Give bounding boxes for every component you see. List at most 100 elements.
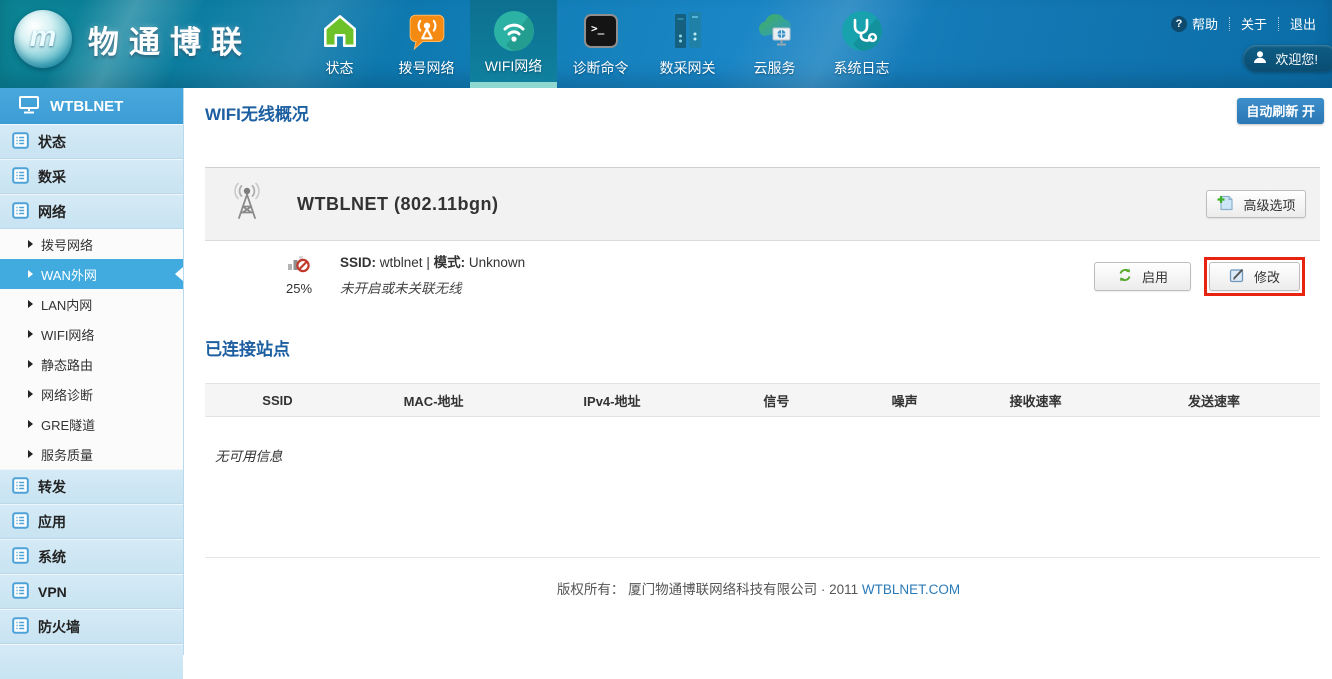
dial-network-icon	[404, 8, 450, 54]
sidebar-item-status[interactable]: 状态	[0, 124, 183, 159]
sidebar-subitem-lan[interactable]: LAN内网	[0, 289, 183, 319]
signal-indicator: 25%	[277, 251, 321, 296]
antenna-icon	[229, 182, 265, 227]
footer-link[interactable]: WTBLNET.COM	[862, 582, 960, 597]
wifi-detail-row: 25% SSID: wtblnet | 模式: Unknown 未开启或未关联无…	[205, 241, 1320, 311]
list-icon	[12, 512, 29, 532]
help-icon: ?	[1171, 16, 1187, 32]
list-icon	[12, 582, 29, 602]
footer-copyright: 版权所有： 厦门物通博联网络科技有限公司 · 2011 WTBLNET.COM	[185, 578, 1332, 598]
sidebar: WTBLNET 状态 数采 网络 拨号网络 WAN外网 LAN内网 WIFI网络…	[0, 88, 184, 655]
sidebar-item-vpn[interactable]: VPN	[0, 574, 183, 609]
nav-item-diagnostic-command[interactable]: >_ 诊断命令	[557, 0, 644, 88]
sidebar-subitem-static-route[interactable]: 静态路由	[0, 349, 183, 379]
monitor-icon	[18, 95, 40, 118]
about-link[interactable]: 关于	[1241, 14, 1267, 33]
nav-item-wifi-network[interactable]: WIFI网络	[470, 0, 557, 88]
sidebar-item-forwarding[interactable]: 转发	[0, 469, 183, 504]
caret-right-icon	[28, 240, 33, 248]
caret-right-icon	[28, 450, 33, 458]
top-header: m 物通博联 状态 拨号网络	[0, 0, 1332, 88]
cloud-service-icon	[752, 8, 798, 54]
divider	[1278, 17, 1279, 31]
auto-refresh-toggle[interactable]: 自动刷新 开	[1237, 98, 1324, 124]
list-icon	[12, 547, 29, 567]
nav-item-system-log[interactable]: 系统日志	[818, 0, 905, 88]
logout-link[interactable]: 退出	[1290, 14, 1316, 33]
sidebar-item-firewall[interactable]: 防火墙	[0, 609, 183, 644]
divider	[1229, 17, 1230, 31]
list-icon	[12, 477, 29, 497]
sidebar-item-system[interactable]: 系统	[0, 539, 183, 574]
wifi-action-buttons: 启用 修改	[1094, 241, 1305, 311]
refresh-icon	[1117, 267, 1133, 286]
sidebar-device-header: WTBLNET	[0, 88, 183, 124]
main-nav: 状态 拨号网络	[296, 0, 905, 88]
caret-right-icon	[28, 420, 33, 428]
footer-divider	[205, 557, 1320, 558]
caret-right-icon	[28, 270, 33, 278]
gateway-server-icon	[665, 8, 711, 54]
nav-item-cloud-service[interactable]: 云服务	[731, 0, 818, 88]
nav-item-status[interactable]: 状态	[296, 0, 383, 88]
col-noise: 噪声	[846, 391, 963, 410]
empty-table-message: 无可用信息	[215, 445, 283, 465]
terminal-icon: >_	[578, 8, 624, 54]
list-icon	[12, 202, 29, 222]
sidebar-item-application[interactable]: 应用	[0, 504, 183, 539]
sidebar-subitem-dial-network[interactable]: 拨号网络	[0, 229, 183, 259]
brand-logo: m 物通博联	[14, 10, 252, 68]
col-tx-rate: 发送速率	[1108, 391, 1320, 410]
col-signal: 信号	[707, 391, 846, 410]
ssid-info: SSID: wtblnet | 模式: Unknown 未开启或未关联无线	[340, 251, 525, 297]
list-icon	[12, 132, 29, 152]
caret-right-icon	[28, 300, 33, 308]
wifi-overview-panel: WTBLNET (802.11bgn) 高级选项	[205, 167, 1320, 241]
system-log-icon	[839, 8, 885, 54]
main-content: WIFI无线概况 自动刷新 开 WTBLNET (802.11bgn) 高级选项	[185, 88, 1332, 655]
stations-table: SSID MAC-地址 IPv4-地址 信号 噪声 接收速率 发送速率	[205, 383, 1320, 417]
stations-table-header: SSID MAC-地址 IPv4-地址 信号 噪声 接收速率 发送速率	[205, 383, 1320, 417]
sidebar-subitem-network-diagnosis[interactable]: 网络诊断	[0, 379, 183, 409]
home-icon	[317, 8, 363, 54]
ssid-line: SSID: wtblnet | 模式: Unknown	[340, 251, 525, 271]
sidebar-item-data-collect[interactable]: 数采	[0, 159, 183, 194]
nav-item-dial-network[interactable]: 拨号网络	[383, 0, 470, 88]
connected-stations-title: 已连接站点	[205, 335, 290, 360]
page-add-icon	[1216, 194, 1234, 215]
sidebar-subitem-wan[interactable]: WAN外网	[0, 259, 183, 289]
sidebar-subitem-qos[interactable]: 服务质量	[0, 439, 183, 469]
col-ssid: SSID	[205, 393, 350, 408]
col-mac: MAC-地址	[350, 391, 517, 410]
col-rx-rate: 接收速率	[963, 391, 1108, 410]
sidebar-subitem-gre-tunnel[interactable]: GRE隧道	[0, 409, 183, 439]
caret-right-icon	[28, 390, 33, 398]
nav-item-data-gateway[interactable]: 数采网关	[644, 0, 731, 88]
page-title: WIFI无线概况	[205, 100, 309, 125]
list-icon	[12, 167, 29, 187]
auto-refresh-state: 开	[1302, 104, 1315, 119]
user-icon	[1253, 50, 1267, 67]
modify-button[interactable]: 修改	[1209, 262, 1300, 291]
wifi-icon	[491, 8, 537, 54]
logo-text: 物通博联	[88, 17, 252, 62]
wifi-network-title: WTBLNET (802.11bgn)	[297, 194, 499, 215]
advanced-options-button[interactable]: 高级选项	[1206, 190, 1306, 218]
enable-button[interactable]: 启用	[1094, 262, 1191, 291]
wifi-disabled-icon	[287, 260, 311, 277]
top-links: ? 帮助 关于 退出	[1171, 14, 1316, 33]
edit-icon	[1229, 267, 1245, 286]
sidebar-item-network[interactable]: 网络	[0, 194, 183, 229]
sidebar-item-clipped	[0, 644, 183, 679]
logo-sphere-icon: m	[14, 10, 72, 68]
list-icon	[12, 617, 29, 637]
sidebar-subitem-wifi[interactable]: WIFI网络	[0, 319, 183, 349]
col-ipv4: IPv4-地址	[517, 391, 707, 410]
annotation-highlight-box: 修改	[1204, 257, 1305, 296]
welcome-badge[interactable]: 欢迎您!	[1243, 45, 1332, 72]
caret-right-icon	[28, 360, 33, 368]
svg-text:>_: >_	[591, 22, 605, 35]
signal-percent: 25%	[277, 281, 321, 296]
help-link[interactable]: ? 帮助	[1171, 14, 1218, 33]
wifi-status-text: 未开启或未关联无线	[340, 277, 525, 297]
